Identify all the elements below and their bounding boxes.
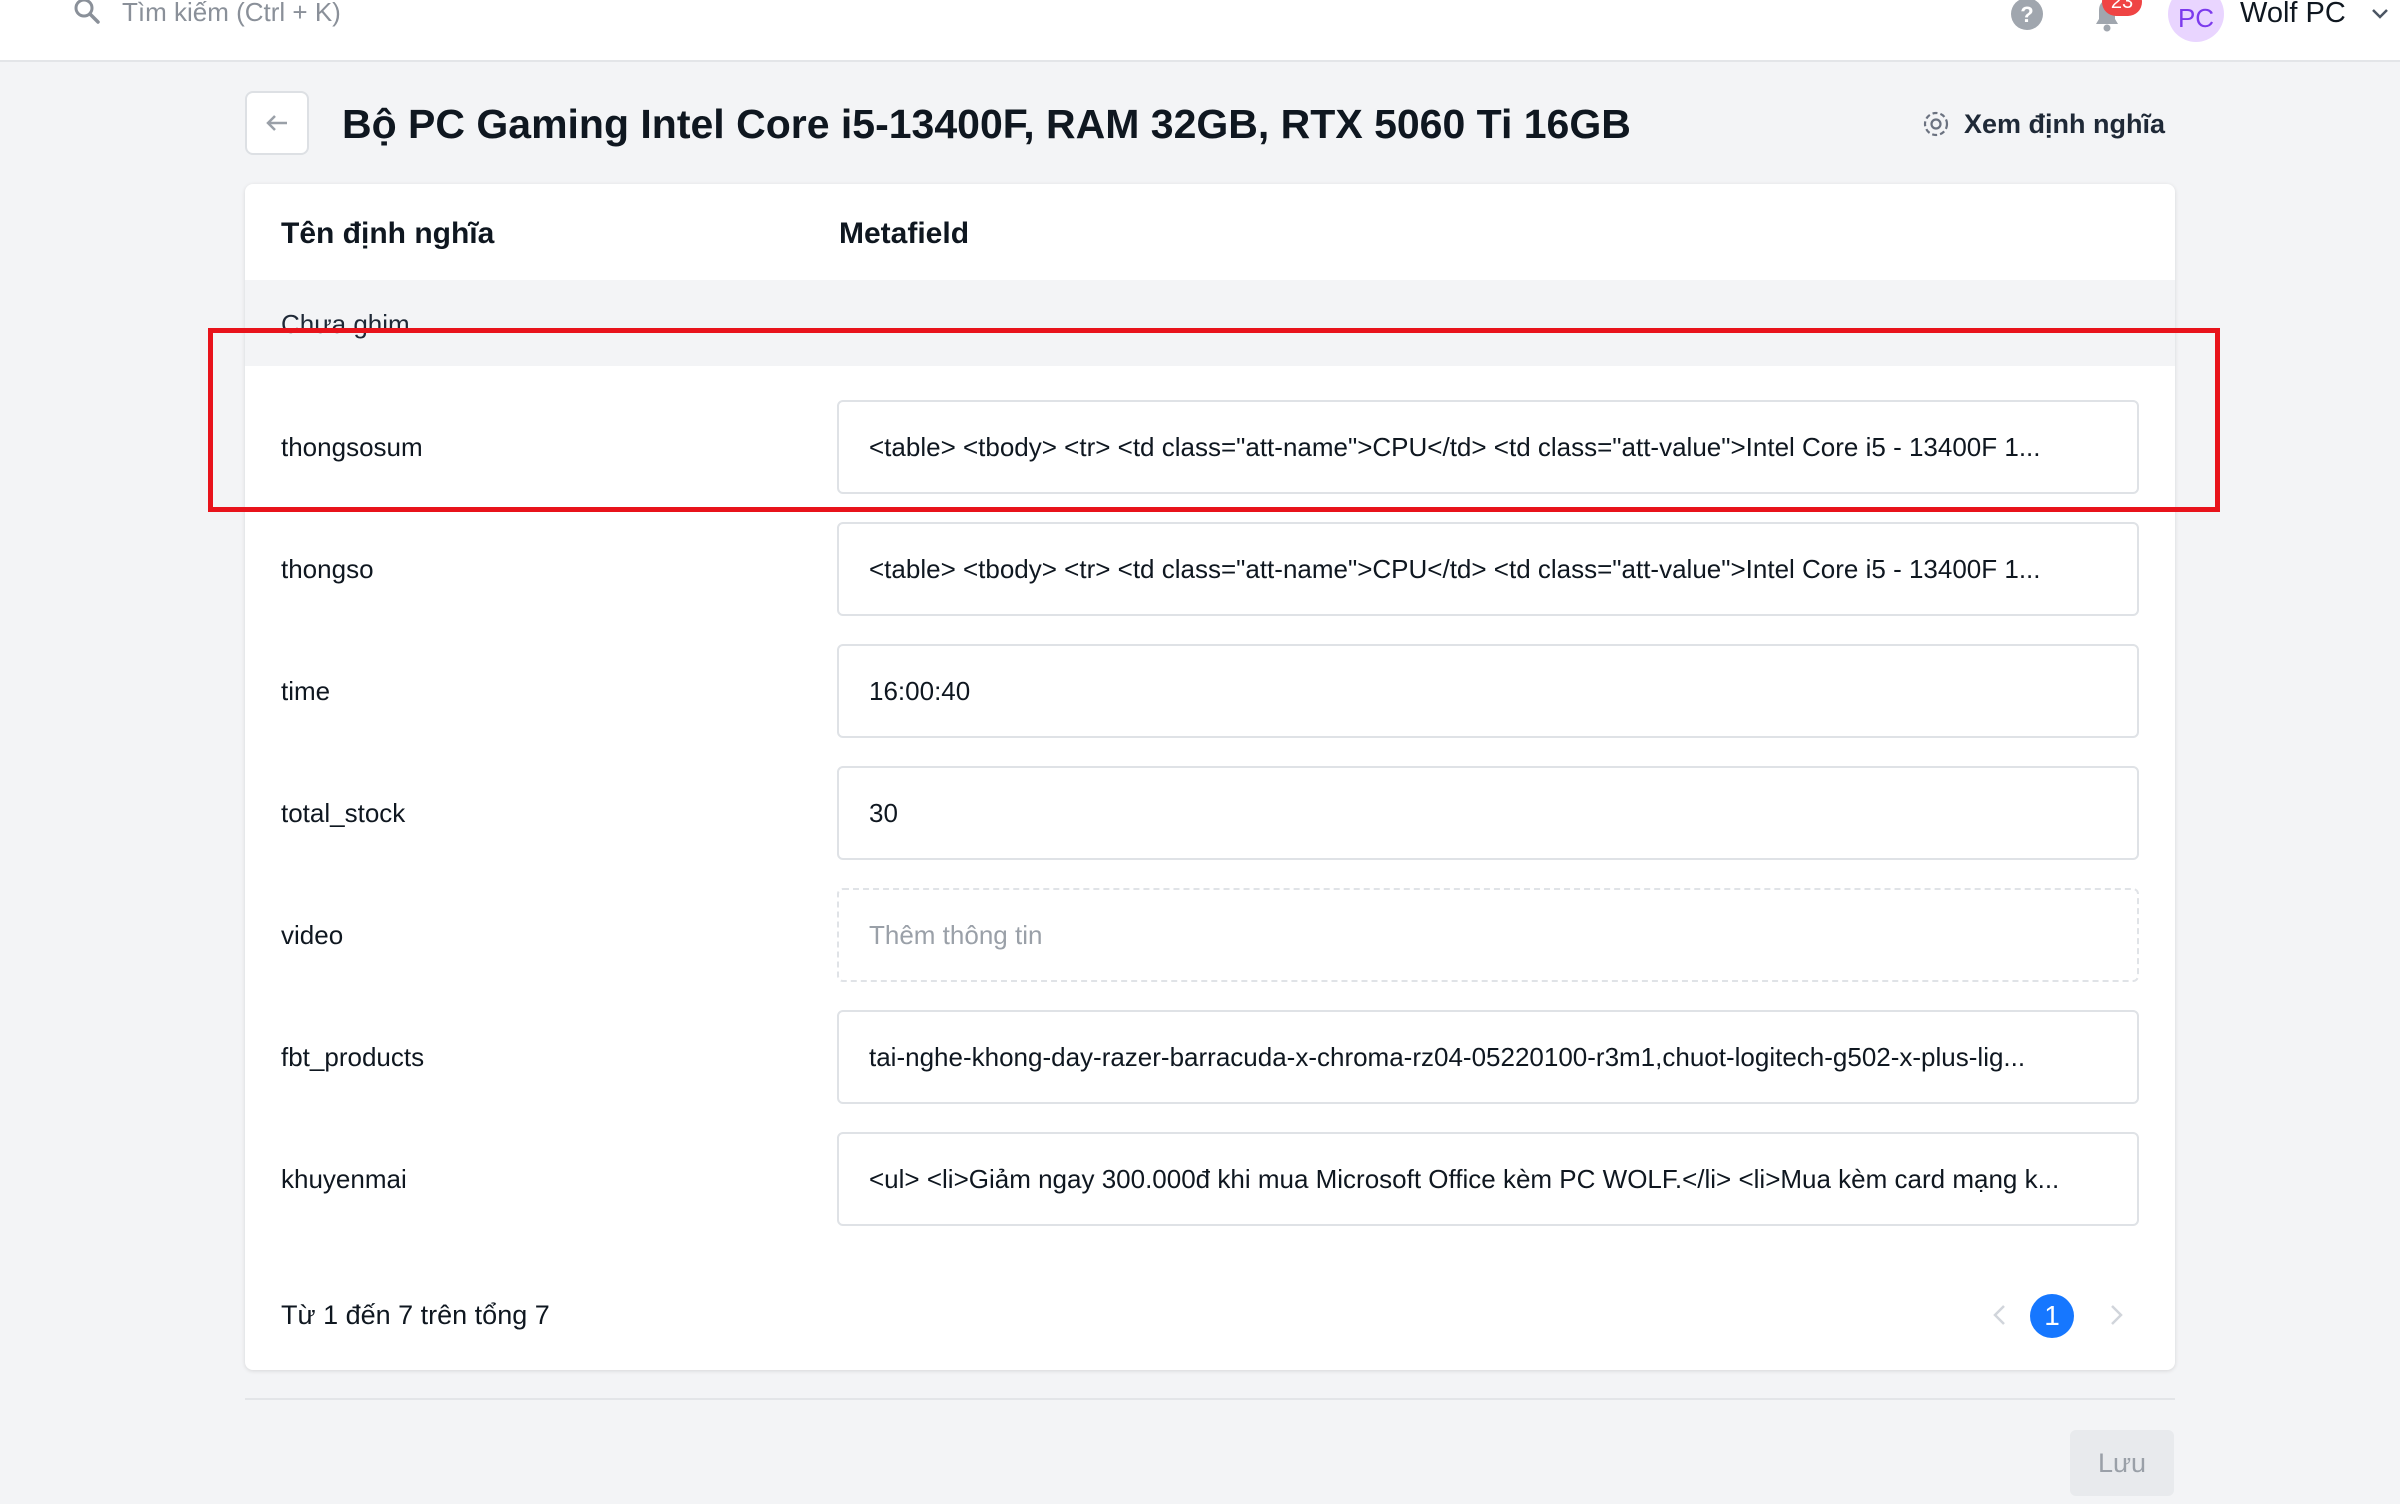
- top-bar: Tìm kiếm (Ctrl + K) ? 23 PC Wolf PC: [0, 0, 2400, 62]
- svg-text:?: ?: [2020, 2, 2033, 27]
- user-name[interactable]: Wolf PC: [2240, 0, 2346, 30]
- chevron-left-icon[interactable]: [1985, 1298, 2015, 1332]
- field-name: khuyenmai: [281, 1164, 407, 1194]
- footer-divider: [245, 1398, 2175, 1400]
- chevron-right-icon[interactable]: [2101, 1298, 2131, 1332]
- search-icon[interactable]: [72, 0, 102, 30]
- view-definition-label: Xem định nghĩa: [1964, 108, 2166, 139]
- page-button-1[interactable]: 1: [2030, 1294, 2074, 1338]
- table-row: video Thêm thông tin: [245, 888, 2175, 982]
- field-value-input[interactable]: <table> <tbody> <tr> <td class="att-name…: [837, 522, 2139, 616]
- save-button[interactable]: Lưu: [2070, 1430, 2174, 1496]
- field-value-input[interactable]: tai-nghe-khong-day-razer-barracuda-x-chr…: [837, 1010, 2139, 1104]
- column-header-metafield: Metafield: [839, 217, 970, 250]
- field-name: video: [281, 920, 344, 950]
- field-name: total_stock: [281, 798, 406, 828]
- back-button[interactable]: [245, 91, 309, 155]
- field-value-input[interactable]: 16:00:40: [837, 644, 2139, 738]
- metafield-card: Tên định nghĩa Metafield Chưa ghim thong…: [245, 184, 2175, 1370]
- table-row: fbt_products tai-nghe-khong-day-razer-ba…: [245, 1010, 2175, 1104]
- field-value-input[interactable]: <table> <tbody> <tr> <td class="att-name…: [837, 400, 2139, 494]
- field-name: thongsosum: [281, 432, 423, 462]
- field-name: thongso: [281, 554, 374, 584]
- search-input[interactable]: Tìm kiếm (Ctrl + K): [122, 0, 341, 28]
- field-name: time: [281, 676, 331, 706]
- table-row: thongso <table> <tbody> <tr> <td class="…: [245, 522, 2175, 616]
- chevron-down-icon[interactable]: [2368, 2, 2392, 26]
- field-value-placeholder[interactable]: Thêm thông tin: [837, 888, 2139, 982]
- field-value-input[interactable]: <ul> <li>Giảm ngay 300.000đ khi mua Micr…: [837, 1132, 2139, 1226]
- avatar[interactable]: PC: [2168, 0, 2224, 42]
- notification-badge: 23: [2102, 0, 2142, 16]
- table-row: khuyenmai <ul> <li>Giảm ngay 300.000đ kh…: [245, 1132, 2175, 1226]
- column-header-name: Tên định nghĩa: [281, 217, 495, 250]
- view-definition-button[interactable]: Xem định nghĩa: [1920, 104, 2165, 144]
- table-row: total_stock 30: [245, 766, 2175, 860]
- table-row: time 16:00:40: [245, 644, 2175, 738]
- field-name: fbt_products: [281, 1042, 425, 1072]
- group-label: Chưa ghim: [281, 309, 410, 339]
- group-row-unpinned: Chưa ghim: [245, 280, 2175, 366]
- table-row: thongsosum <table> <tbody> <tr> <td clas…: [245, 400, 2175, 494]
- field-value-input[interactable]: 30: [837, 766, 2139, 860]
- help-icon[interactable]: ?: [2010, 0, 2044, 32]
- gear-icon: [1923, 111, 1949, 137]
- arrow-left-icon: [266, 115, 287, 131]
- pagination-range: Từ 1 đến 7 trên tổng 7: [281, 1300, 550, 1330]
- page-title: Bộ PC Gaming Intel Core i5-13400F, RAM 3…: [342, 101, 1631, 147]
